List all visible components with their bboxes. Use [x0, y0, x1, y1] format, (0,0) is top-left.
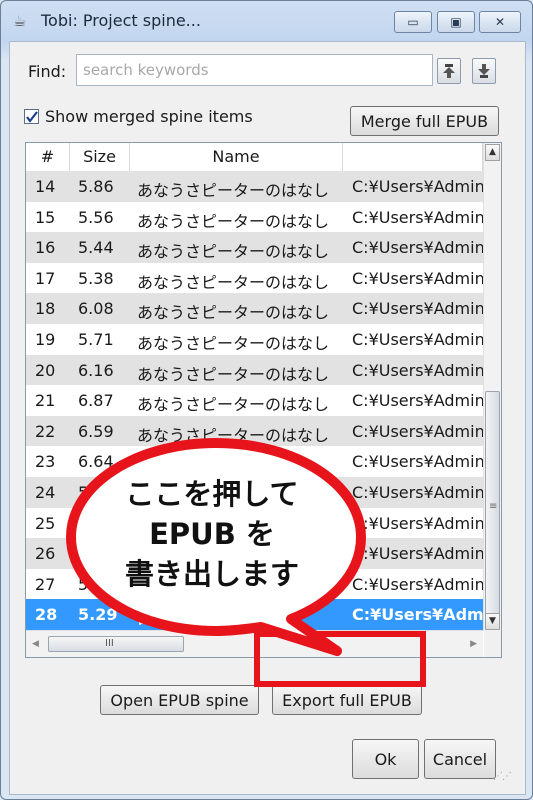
vertical-scrollbar[interactable]: ▲ ≡ ▼ [483, 143, 501, 631]
vertical-scroll-thumb[interactable]: ≡ [485, 391, 500, 623]
row-number: 15 [35, 207, 56, 227]
maximize-button[interactable]: ▣ [437, 11, 475, 33]
row-size: 6.16 [78, 360, 114, 380]
column-header-number[interactable]: # [26, 143, 70, 171]
scroll-down-icon[interactable]: ▼ [485, 613, 500, 630]
scroll-left-icon[interactable]: ◀ [32, 639, 39, 649]
arrow-up-icon [443, 64, 455, 78]
close-button[interactable]: ✕ [479, 11, 521, 33]
row-size: 5.38 [78, 268, 114, 288]
find-next-button[interactable] [472, 58, 496, 84]
row-name: あなうさピーターのはなし [137, 395, 330, 415]
row-size: 5.86 [78, 177, 114, 196]
table-row[interactable]: 17 5.38 あなうさピーターのはなし C:¥Users¥Admin [26, 263, 483, 294]
table-row[interactable]: 15 5.56 あなうさピーターのはなし C:¥Users¥Admin [26, 202, 483, 233]
row-number: 17 [35, 268, 56, 288]
row-number: 18 [35, 299, 56, 319]
row-name: あなうさピーターのはなし [137, 181, 330, 200]
window-title: Tobi: Project spine... [41, 11, 201, 30]
find-label: Find: [28, 62, 67, 81]
row-path: C:¥Users¥Admin [352, 421, 483, 441]
table-row[interactable]: 19 5.71 あなうさピーターのはなし C:¥Users¥Admin [26, 324, 483, 355]
maximize-icon: ▣ [450, 15, 462, 29]
row-name: あなうさピーターのはなし [137, 272, 330, 292]
table-row[interactable]: 16 5.44 あなうさピーターのはなし C:¥Users¥Admin [26, 232, 483, 263]
ok-button[interactable]: Ok [352, 739, 419, 779]
row-number: 26 [35, 544, 56, 564]
row-number: 25 [35, 513, 56, 533]
row-path: C:¥Users¥Admin [352, 513, 483, 533]
row-name: あなうさピーターのはなし [137, 211, 330, 231]
open-epub-spine-button[interactable]: Open EPUB spine [100, 685, 259, 715]
app-icon: ☕ [13, 12, 27, 30]
row-name: あなうさピーターのはなし [137, 242, 330, 262]
row-size: 6.08 [78, 299, 114, 319]
row-path: C:¥Users¥Admin [352, 391, 483, 411]
row-name: あなうさピーターのはなし [137, 334, 330, 353]
find-previous-button[interactable] [437, 58, 461, 84]
resize-grip-icon[interactable]: ⋰⋰ [493, 771, 512, 782]
row-number: 21 [35, 391, 56, 411]
row-path: C:¥Users¥Adm [352, 605, 483, 625]
row-path: C:¥Users¥Admin [352, 299, 483, 319]
row-path: C:¥Users¥Admin [352, 360, 483, 380]
scrollbar-corner [484, 631, 501, 657]
show-merged-checkbox[interactable] [24, 109, 39, 124]
row-number: 16 [35, 238, 56, 258]
row-size: 5.44 [78, 238, 114, 258]
export-full-epub-button[interactable]: Export full EPUB [272, 685, 422, 715]
row-path: C:¥Users¥Admin [352, 238, 483, 258]
scroll-right-icon[interactable]: ▶ [470, 639, 477, 649]
table-row[interactable]: 18 6.08 あなうさピーターのはなし C:¥Users¥Admin [26, 293, 483, 324]
row-path: C:¥Users¥Admin [352, 483, 483, 502]
cancel-button[interactable]: Cancel [424, 739, 496, 779]
project-spine-window: ☕ Tobi: Project spine... ▭ ▣ ✕ Find: Sho… [0, 0, 533, 800]
row-number: 19 [35, 330, 56, 349]
callout-line-3: 書き出します [124, 557, 299, 591]
row-number: 14 [35, 177, 56, 196]
title-bar[interactable]: ☕ Tobi: Project spine... ▭ ▣ ✕ [1, 1, 532, 41]
row-number: 23 [35, 452, 56, 472]
row-path: C:¥Users¥Admin [352, 268, 483, 288]
table-row[interactable]: 21 6.87 あなうさピーターのはなし C:¥Users¥Admin [26, 385, 483, 416]
row-path: C:¥Users¥Admin [352, 574, 483, 594]
row-path: C:¥Users¥Admin [352, 207, 483, 227]
arrow-down-icon [478, 64, 490, 78]
row-name: あなうさピーターのはなし [137, 303, 330, 323]
row-path: C:¥Users¥Admin [352, 330, 483, 349]
row-path: C:¥Users¥Admin [352, 177, 483, 196]
row-number: 20 [35, 360, 56, 380]
row-number: 24 [35, 483, 56, 502]
show-merged-label: Show merged spine items [45, 107, 253, 126]
column-header-name[interactable]: Name [130, 143, 343, 171]
minimize-button[interactable]: ▭ [394, 11, 432, 33]
callout-text: ここを押して EPUB を 書き出します [87, 474, 337, 594]
close-icon: ✕ [494, 15, 506, 29]
table-row[interactable]: 20 6.16 あなうさピーターのはなし C:¥Users¥Admin [26, 354, 483, 386]
row-path: C:¥Users¥Admin [352, 452, 483, 472]
scroll-up-icon[interactable]: ▲ [485, 144, 500, 161]
column-header-path[interactable] [343, 143, 483, 171]
row-size: 5.71 [78, 330, 114, 349]
column-header-size[interactable]: Size [70, 143, 130, 171]
row-number: 22 [35, 421, 56, 441]
row-number: 27 [35, 574, 56, 594]
row-number: 28 [35, 605, 58, 625]
table-row[interactable]: 14 5.86 あなうさピーターのはなし C:¥Users¥Admin [26, 171, 483, 202]
grip-icon: ≡ [489, 501, 498, 512]
minimize-icon: ▭ [407, 15, 419, 29]
row-size: 5.56 [78, 207, 114, 227]
search-input[interactable] [76, 54, 433, 86]
callout-line-1: ここを押して [125, 477, 299, 511]
merge-full-epub-button[interactable]: Merge full EPUB [350, 106, 499, 136]
row-name: あなうさピーターのはなし [137, 364, 330, 384]
row-size: 6.87 [78, 391, 114, 411]
row-path: C:¥Users¥Admin [352, 544, 483, 564]
table-header: # Size Name [26, 143, 483, 172]
checkmark-icon [26, 111, 38, 123]
callout-line-2: EPUB を [149, 517, 275, 551]
